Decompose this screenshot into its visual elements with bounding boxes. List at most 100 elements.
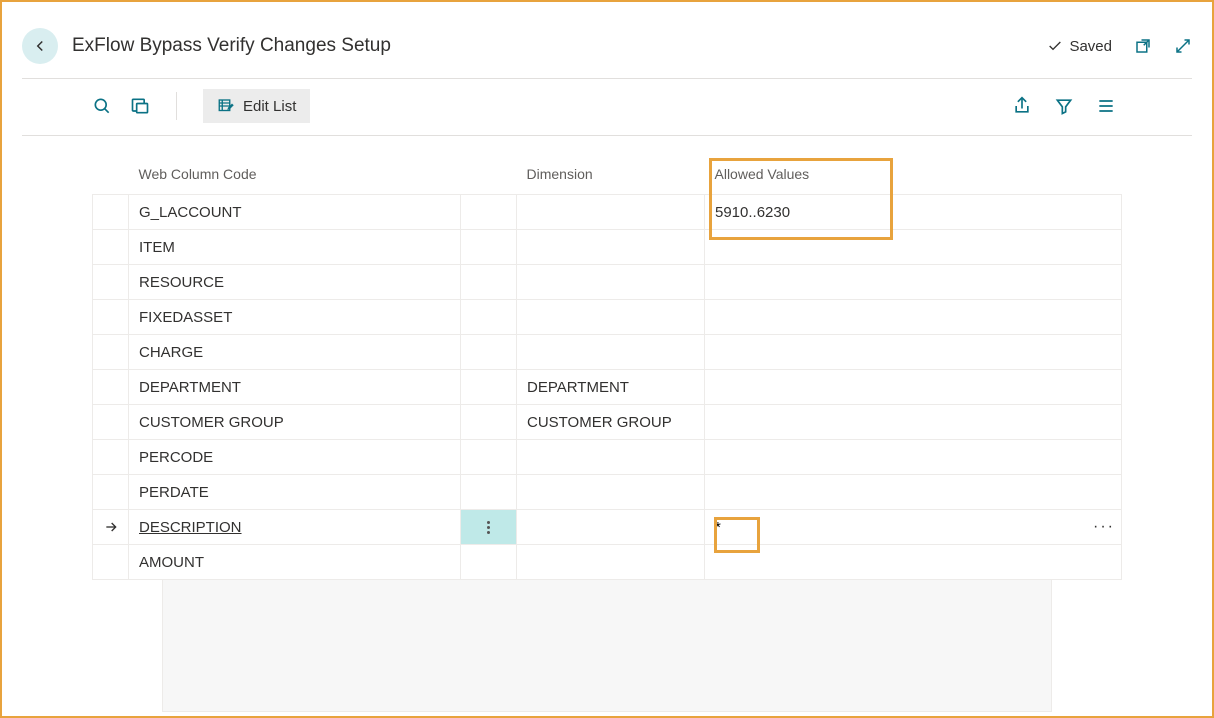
check-icon	[1047, 38, 1063, 54]
row-actions[interactable]	[461, 545, 517, 580]
column-header-actions	[461, 156, 517, 195]
row-actions[interactable]	[461, 510, 517, 545]
web-column-code-text: FIXEDASSET	[139, 309, 232, 326]
row-actions[interactable]	[461, 335, 517, 370]
column-header-web-column-code[interactable]: Web Column Code	[129, 156, 461, 195]
row-actions[interactable]	[461, 440, 517, 475]
expand-icon	[1174, 37, 1192, 55]
row-selector[interactable]	[93, 370, 129, 405]
cell-web-column-code[interactable]: DESCRIPTION	[129, 510, 461, 545]
row-actions[interactable]	[461, 195, 517, 230]
edit-list-button[interactable]: Edit List	[203, 89, 310, 123]
cell-allowed-values[interactable]	[705, 265, 1122, 300]
edit-list-icon	[217, 97, 235, 115]
web-column-code-text: DEPARTMENT	[139, 379, 241, 396]
cell-web-column-code[interactable]: DEPARTMENT	[129, 370, 461, 405]
row-selector[interactable]	[93, 475, 129, 510]
cell-allowed-values[interactable]: 5910..6230	[705, 195, 1122, 230]
setup-table[interactable]: Web Column Code Dimension Allowed Values…	[92, 156, 1122, 580]
list-view-button[interactable]	[1096, 96, 1116, 116]
web-column-code-text: CHARGE	[139, 344, 203, 361]
table-row[interactable]: ITEM	[93, 230, 1122, 265]
column-header-allowed-values[interactable]: Allowed Values	[705, 156, 1122, 195]
cell-dimension[interactable]	[517, 440, 705, 475]
lookup-button[interactable]: ···	[1093, 518, 1115, 536]
table-row[interactable]: DESCRIPTION ···	[93, 510, 1122, 545]
cell-dimension[interactable]	[517, 475, 705, 510]
table-row[interactable]: G_LACCOUNT 5910..6230	[93, 195, 1122, 230]
share-button[interactable]	[1012, 96, 1032, 116]
table-row[interactable]: AMOUNT	[93, 545, 1122, 580]
cell-web-column-code[interactable]: G_LACCOUNT	[129, 195, 461, 230]
back-button[interactable]	[22, 28, 58, 64]
edit-list-label: Edit List	[243, 98, 296, 115]
cell-web-column-code[interactable]: CHARGE	[129, 335, 461, 370]
cell-dimension[interactable]	[517, 230, 705, 265]
cell-dimension[interactable]	[517, 510, 705, 545]
web-column-code-text: ITEM	[139, 239, 175, 256]
cell-allowed-values[interactable]	[705, 405, 1122, 440]
row-actions[interactable]	[461, 230, 517, 265]
table-row[interactable]: RESOURCE	[93, 265, 1122, 300]
back-arrow-icon	[31, 37, 49, 55]
table-row[interactable]: CUSTOMER GROUP CUSTOMER GROUP	[93, 405, 1122, 440]
filter-button[interactable]	[1054, 96, 1074, 116]
row-selector[interactable]	[93, 335, 129, 370]
cell-web-column-code[interactable]: AMOUNT	[129, 545, 461, 580]
row-actions[interactable]	[461, 265, 517, 300]
cell-allowed-values[interactable]	[705, 545, 1122, 580]
saved-indicator: Saved	[1047, 38, 1112, 55]
cell-dimension[interactable]: DEPARTMENT	[517, 370, 705, 405]
cell-allowed-values[interactable]	[705, 300, 1122, 335]
cell-dimension[interactable]	[517, 335, 705, 370]
row-selector[interactable]	[93, 230, 129, 265]
row-actions[interactable]	[461, 370, 517, 405]
web-column-code-text: PERCODE	[139, 449, 213, 466]
table-row[interactable]: DEPARTMENT DEPARTMENT	[93, 370, 1122, 405]
cell-allowed-values[interactable]	[705, 230, 1122, 265]
cell-dimension[interactable]	[517, 195, 705, 230]
row-selector[interactable]	[93, 545, 129, 580]
web-column-code-text: RESOURCE	[139, 274, 224, 291]
table-row[interactable]: CHARGE	[93, 335, 1122, 370]
row-actions[interactable]	[461, 300, 517, 335]
cell-allowed-values[interactable]: ···	[705, 510, 1122, 545]
arrow-right-icon	[103, 519, 119, 535]
expand-button[interactable]	[1174, 37, 1192, 55]
column-header-dimension[interactable]: Dimension	[517, 156, 705, 195]
table-row[interactable]: FIXEDASSET	[93, 300, 1122, 335]
cell-web-column-code[interactable]: PERCODE	[129, 440, 461, 475]
cell-dimension[interactable]	[517, 300, 705, 335]
table-row[interactable]: PERCODE	[93, 440, 1122, 475]
table-row[interactable]: PERDATE	[93, 475, 1122, 510]
row-actions[interactable]	[461, 475, 517, 510]
grid-empty-area	[162, 580, 1052, 712]
cell-allowed-values[interactable]	[705, 370, 1122, 405]
row-selector[interactable]	[93, 510, 129, 545]
search-button[interactable]	[92, 96, 112, 116]
cell-web-column-code[interactable]: PERDATE	[129, 475, 461, 510]
cell-web-column-code[interactable]: ITEM	[129, 230, 461, 265]
cell-dimension[interactable]: CUSTOMER GROUP	[517, 405, 705, 440]
cell-dimension[interactable]	[517, 545, 705, 580]
cell-dimension[interactable]	[517, 265, 705, 300]
cell-allowed-values[interactable]	[705, 440, 1122, 475]
row-selector[interactable]	[93, 195, 129, 230]
focus-mode-button[interactable]	[130, 96, 150, 116]
cell-allowed-values[interactable]	[705, 475, 1122, 510]
web-column-code-text: CUSTOMER GROUP	[139, 414, 284, 431]
cell-web-column-code[interactable]: CUSTOMER GROUP	[129, 405, 461, 440]
row-actions[interactable]	[461, 405, 517, 440]
allowed-values-input[interactable]	[705, 511, 1121, 544]
row-selector[interactable]	[93, 265, 129, 300]
more-vertical-icon[interactable]	[461, 510, 516, 544]
popout-button[interactable]	[1134, 37, 1152, 55]
cell-web-column-code[interactable]: FIXEDASSET	[129, 300, 461, 335]
row-selector[interactable]	[93, 440, 129, 475]
web-column-code-text: AMOUNT	[139, 554, 204, 571]
cell-allowed-values[interactable]	[705, 335, 1122, 370]
row-selector[interactable]	[93, 405, 129, 440]
saved-label: Saved	[1069, 38, 1112, 55]
row-selector[interactable]	[93, 300, 129, 335]
cell-web-column-code[interactable]: RESOURCE	[129, 265, 461, 300]
